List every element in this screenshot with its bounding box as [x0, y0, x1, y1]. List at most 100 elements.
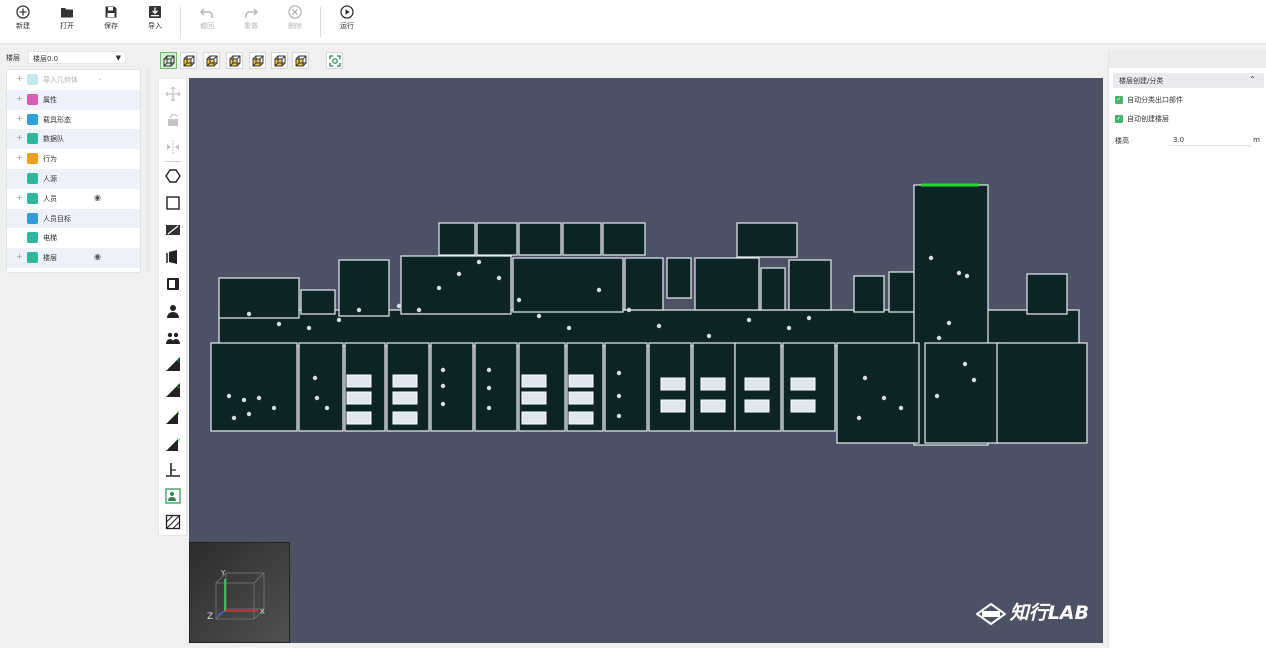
room[interactable]: [562, 222, 602, 256]
expand-icon[interactable]: +: [16, 114, 23, 123]
person-agent[interactable]: [440, 401, 446, 407]
room[interactable]: [666, 257, 692, 299]
person-agent[interactable]: [936, 335, 942, 341]
door-tool-button[interactable]: [165, 249, 181, 265]
bed[interactable]: [521, 411, 547, 425]
bed[interactable]: [346, 391, 372, 405]
bed[interactable]: [521, 391, 547, 405]
person-agent[interactable]: [928, 255, 934, 261]
right-view-button[interactable]: [249, 52, 266, 69]
auto-create-floor-checkbox[interactable]: ✓ 自动创建楼层: [1115, 114, 1169, 124]
run-button[interactable]: 运行: [330, 5, 364, 39]
save-button[interactable]: 保存: [94, 5, 128, 39]
open-button[interactable]: 打开: [50, 5, 84, 39]
person-add-tool-button[interactable]: [165, 303, 181, 319]
room[interactable]: [438, 222, 476, 256]
auto-classify-exits-checkbox[interactable]: ✓ 自动分类出口部件: [1115, 95, 1183, 105]
bed[interactable]: [568, 374, 594, 388]
room-tool-button[interactable]: [165, 276, 181, 292]
ward-room[interactable]: [430, 342, 474, 432]
bed[interactable]: [346, 411, 372, 425]
person-agent[interactable]: [898, 405, 904, 411]
person-agent[interactable]: [436, 285, 442, 291]
bed[interactable]: [744, 399, 770, 413]
expand-icon[interactable]: +: [16, 253, 23, 261]
floor-height-input[interactable]: 3.0: [1170, 135, 1252, 146]
ward-room[interactable]: [604, 342, 648, 432]
room[interactable]: [338, 259, 390, 317]
perspective-view-button[interactable]: [160, 52, 177, 69]
room[interactable]: [300, 289, 336, 315]
bed[interactable]: [790, 399, 816, 413]
person-agent[interactable]: [964, 273, 970, 279]
checkbox-checked-icon[interactable]: ✓: [1115, 115, 1123, 123]
stairs-4-tool-button[interactable]: 2: [165, 436, 181, 452]
bed[interactable]: [392, 374, 418, 388]
ward-room[interactable]: [298, 342, 344, 432]
undo-button[interactable]: 撤回: [190, 5, 224, 39]
top-view-button[interactable]: [271, 52, 288, 69]
person-agent[interactable]: [934, 393, 940, 399]
tree-item[interactable]: + 属性: [7, 89, 140, 110]
person-agent[interactable]: [616, 370, 622, 376]
expand-icon[interactable]: +: [16, 134, 23, 142]
person-agent[interactable]: [566, 325, 572, 331]
person-agent[interactable]: [486, 405, 492, 411]
ward-room[interactable]: [474, 342, 518, 432]
room[interactable]: [1026, 273, 1068, 315]
redo-button[interactable]: 重做: [234, 5, 268, 39]
person-agent[interactable]: [706, 333, 712, 339]
import-button[interactable]: 导入: [138, 5, 172, 39]
person-agent[interactable]: [440, 367, 446, 373]
room[interactable]: [218, 277, 300, 319]
mirror-tool-button[interactable]: [165, 139, 181, 155]
visibility-eye-icon[interactable]: ◉: [94, 252, 101, 261]
checkbox-checked-icon[interactable]: ✓: [1115, 96, 1123, 104]
person-agent[interactable]: [271, 405, 277, 411]
person-agent[interactable]: [312, 375, 318, 381]
person-agent[interactable]: [241, 397, 247, 403]
tree-item[interactable]: 人源: [7, 168, 140, 189]
bed[interactable]: [568, 411, 594, 425]
person-agent[interactable]: [476, 259, 482, 265]
tree-item[interactable]: + 行为: [7, 149, 140, 169]
polygon-tool-button[interactable]: [165, 168, 181, 184]
room[interactable]: [694, 257, 760, 311]
navigation-gizmo[interactable]: Y X Z: [189, 542, 290, 643]
expand-icon[interactable]: +: [16, 75, 23, 83]
person-agent[interactable]: [971, 377, 977, 383]
floor-plan[interactable]: [189, 78, 1103, 643]
hall-area[interactable]: [512, 257, 624, 313]
person-agent[interactable]: [306, 325, 312, 331]
agent-target-tool-button[interactable]: [165, 488, 181, 504]
bottom-view-button[interactable]: [292, 52, 309, 69]
person-agent[interactable]: [324, 405, 330, 411]
room[interactable]: [853, 275, 885, 313]
person-agent[interactable]: [536, 313, 542, 319]
hatch-tool-button[interactable]: [165, 514, 181, 530]
focus-view-button[interactable]: [326, 52, 343, 69]
hall-area[interactable]: [400, 255, 512, 315]
person-agent[interactable]: [946, 320, 952, 326]
bed[interactable]: [700, 377, 726, 391]
tree-item[interactable]: 人员目标: [7, 208, 140, 229]
person-agent[interactable]: [336, 317, 342, 323]
group-add-tool-button[interactable]: [165, 330, 181, 346]
chevron-up-icon[interactable]: ⌃: [1249, 75, 1256, 84]
tree-item[interactable]: + 人员 ◉: [7, 189, 140, 209]
bed[interactable]: [660, 377, 686, 391]
person-agent[interactable]: [396, 303, 402, 309]
person-agent[interactable]: [231, 415, 237, 421]
tree-item[interactable]: + 导入几何体 ⌄: [7, 70, 140, 90]
ward-room[interactable]: [996, 342, 1088, 444]
person-agent[interactable]: [956, 270, 962, 276]
elevator-shaft-tool-button[interactable]: [165, 462, 181, 478]
back-view-button[interactable]: [203, 52, 220, 69]
person-agent[interactable]: [246, 311, 252, 317]
tree-item[interactable]: 电梯: [7, 228, 140, 248]
bed[interactable]: [521, 374, 547, 388]
rotate-tool-button[interactable]: [165, 112, 181, 128]
room[interactable]: [476, 222, 518, 256]
expand-icon[interactable]: +: [16, 193, 23, 202]
room[interactable]: [760, 267, 786, 311]
